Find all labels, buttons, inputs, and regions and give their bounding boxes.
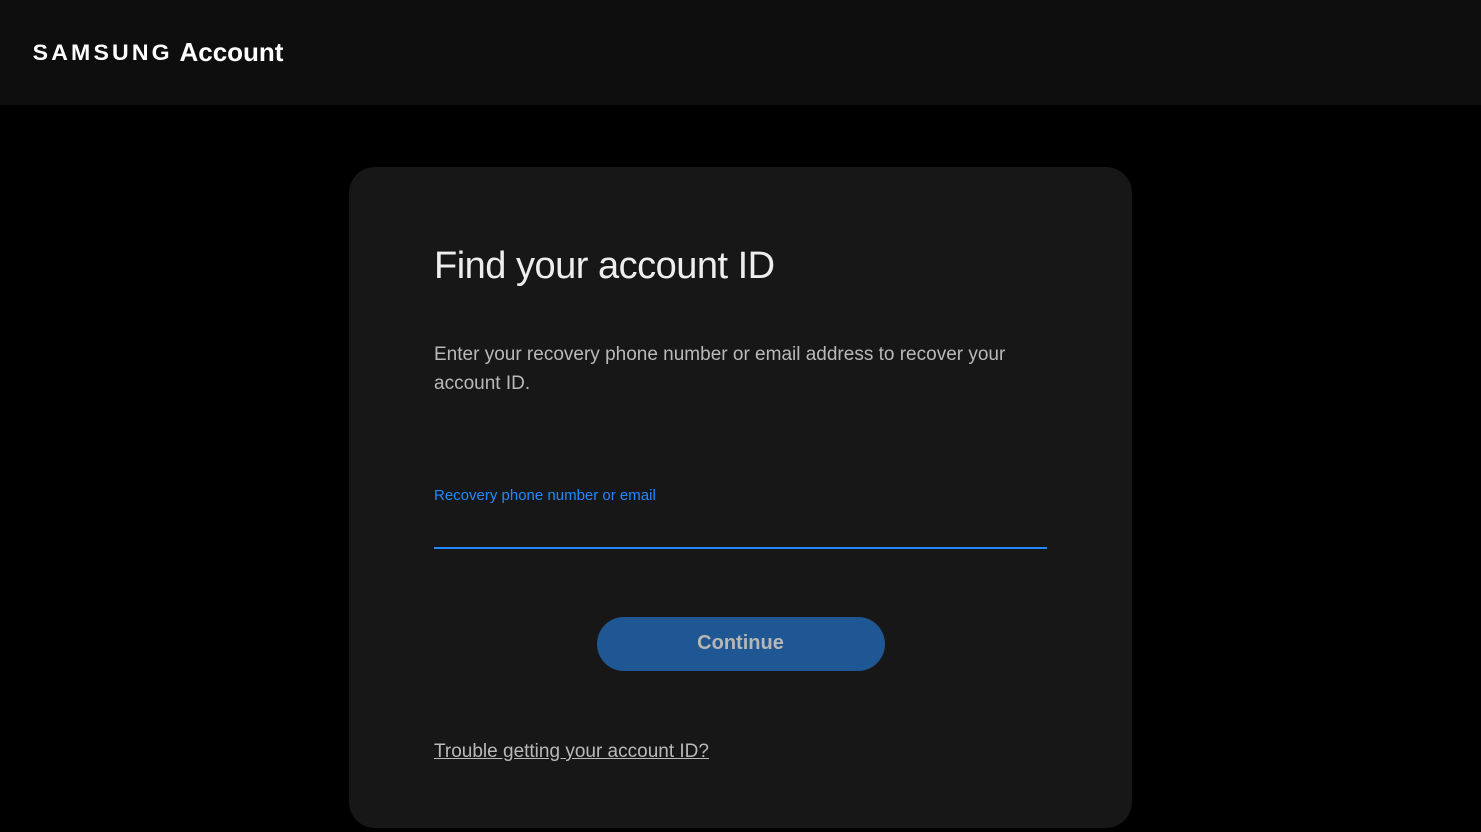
find-account-card: Find your account ID Enter your recovery…	[349, 167, 1132, 828]
samsung-wordmark: SAMSUNG	[33, 40, 173, 66]
header-bar: SAMSUNG Account	[0, 0, 1481, 105]
button-row: Continue	[434, 617, 1047, 671]
account-product-label: Account	[179, 37, 283, 68]
page-title: Find your account ID	[434, 245, 1047, 288]
trouble-link[interactable]: Trouble getting your account ID?	[434, 741, 709, 763]
recovery-input[interactable]	[434, 510, 1047, 549]
content-area: Find your account ID Enter your recovery…	[0, 105, 1481, 828]
continue-button[interactable]: Continue	[597, 617, 885, 671]
page-description: Enter your recovery phone number or emai…	[434, 340, 1047, 399]
header-logo[interactable]: SAMSUNG Account	[36, 37, 283, 68]
recovery-input-label: Recovery phone number or email	[434, 487, 1047, 504]
recovery-input-group: Recovery phone number or email	[434, 487, 1047, 549]
